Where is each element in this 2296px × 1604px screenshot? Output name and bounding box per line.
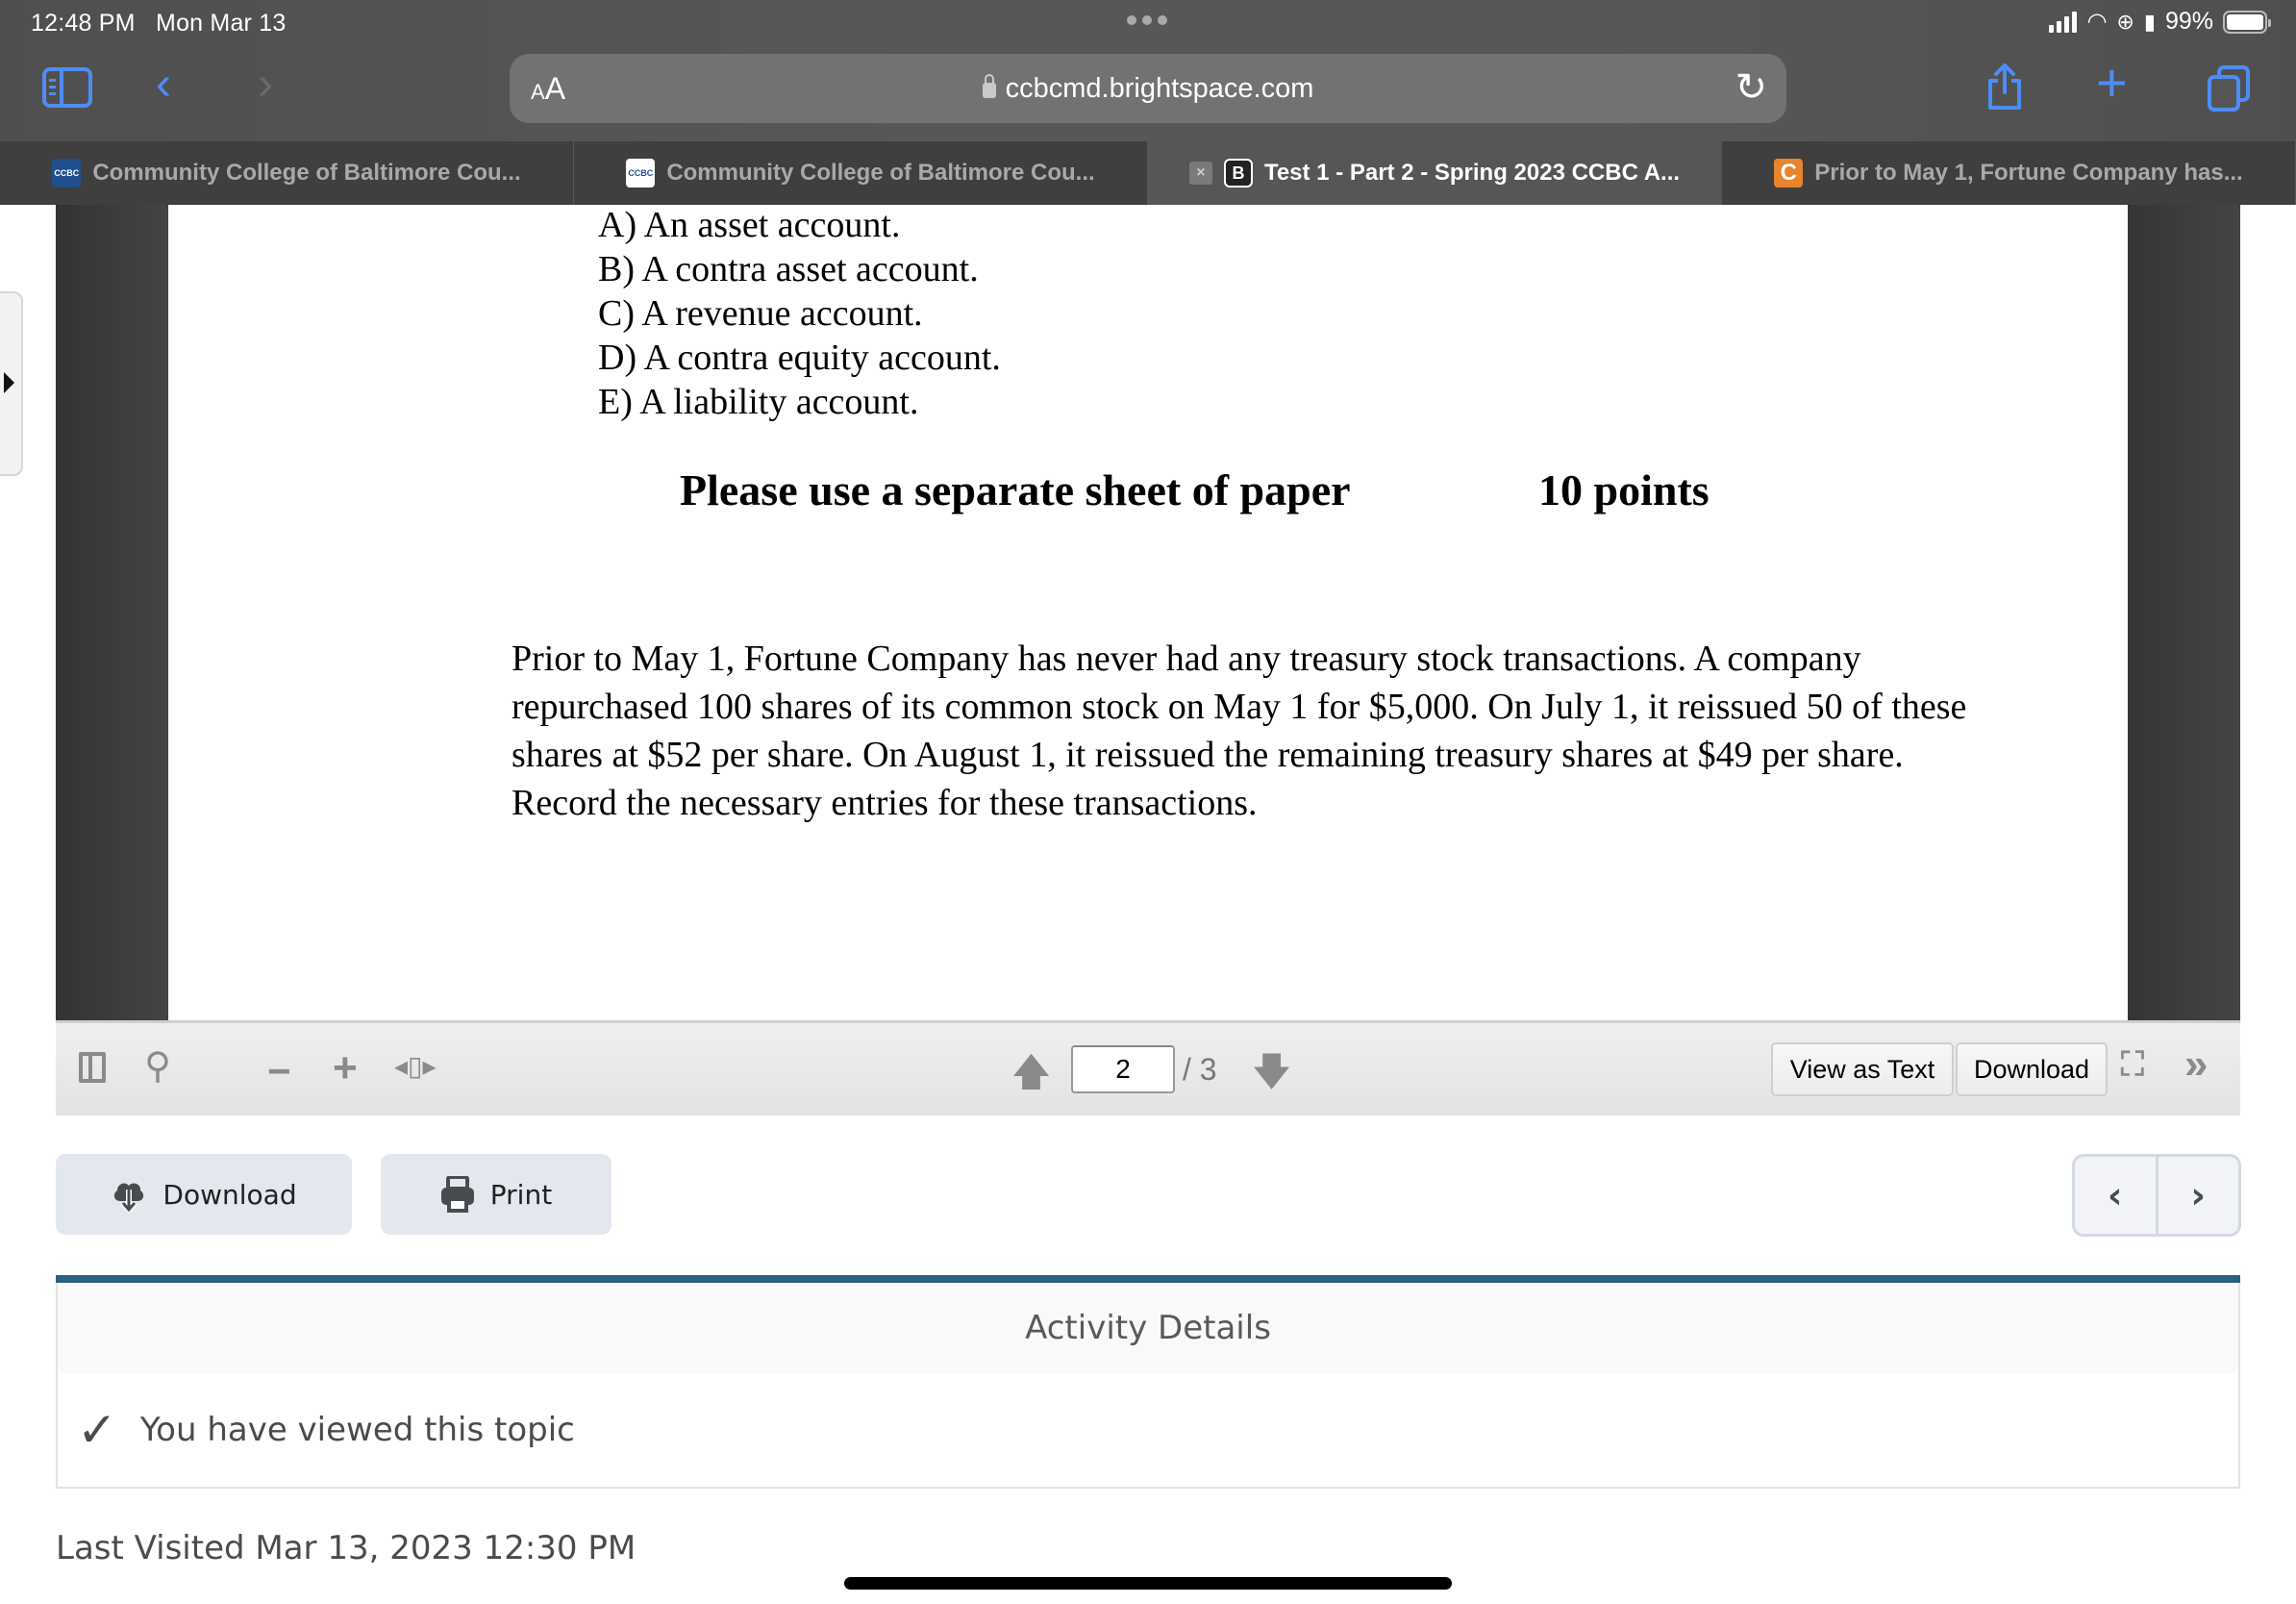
chegg-favicon-icon: C (1774, 159, 1804, 188)
address-bar[interactable]: AA ccbcmd.brightspace.com ↻ (510, 54, 1786, 123)
pdf-page: A) An asset account. B) A contra asset a… (168, 205, 2128, 1020)
page-number-input[interactable]: 2 (1071, 1045, 1175, 1093)
new-tab-icon[interactable]: + (2096, 56, 2128, 110)
tab-ccbc-2[interactable]: CCBC Community College of Baltimore Cou.… (574, 141, 1148, 205)
topic-pager: ‹ › (2072, 1154, 2241, 1237)
fit-width-icon[interactable]: ◂▯▸ (394, 1050, 437, 1082)
printer-icon (440, 1176, 474, 1213)
option-d: D) A contra equity account. (598, 338, 1001, 378)
next-topic-button[interactable]: › (2159, 1157, 2239, 1234)
previous-topic-button[interactable]: ‹ (2075, 1157, 2159, 1234)
zoom-in-icon[interactable]: + (333, 1044, 358, 1092)
fullscreen-icon[interactable]: ⛶ (2121, 1046, 2144, 1084)
previous-page-icon[interactable]: 🡅 (1011, 1044, 1051, 1110)
tab-title: Community College of Baltimore Cou... (666, 160, 1095, 186)
sidebar-icon[interactable] (42, 67, 92, 108)
option-e: E) A liability account. (598, 382, 919, 422)
forward-icon[interactable]: › (258, 62, 273, 108)
back-icon[interactable]: ‹ (156, 62, 171, 108)
pdf-download-button[interactable]: Download (1956, 1042, 2108, 1096)
side-panel-toggle[interactable] (0, 291, 23, 476)
last-visited-text: Last Visited Mar 13, 2023 12:30 PM (56, 1529, 636, 1567)
activity-status: ✓ You have viewed this topic (58, 1373, 2238, 1487)
points-label: 10 points (1538, 465, 1710, 514)
thumbnails-icon[interactable] (79, 1052, 106, 1083)
page-total: / 3 (1183, 1052, 1217, 1087)
ccbc-favicon-icon: CCBC (52, 159, 82, 188)
viewer-margin-right (2128, 205, 2240, 1020)
pdf-toolbar: ⚲ − + ◂▯▸ 🡅 2 / 3 🡇 View as Text Downloa… (56, 1020, 2240, 1115)
option-a: A) An asset account. (598, 205, 901, 245)
instruction-text: Please use a separate sheet of paper (680, 465, 1351, 514)
activity-accent-bar (56, 1275, 2240, 1283)
home-indicator[interactable] (844, 1577, 1452, 1590)
tabs-overview-icon[interactable] (2208, 65, 2252, 112)
tab-title: Prior to May 1, Fortune Company has... (1814, 160, 2243, 186)
tab-fortune-company[interactable]: C Prior to May 1, Fortune Company has... (1722, 141, 2296, 205)
signal-icon (2049, 11, 2078, 33)
reload-icon[interactable]: ↻ (1734, 65, 1767, 110)
ccbc-favicon-icon: CCBC (626, 159, 656, 188)
battery-fill (2227, 13, 2263, 30)
cloud-download-icon (114, 1183, 144, 1213)
view-as-text-button[interactable]: View as Text (1771, 1042, 1954, 1096)
answer-options: A) An asset account. B) A contra asset a… (598, 203, 1001, 424)
battery-icon (2223, 10, 2271, 34)
brightspace-favicon-icon: B (1223, 159, 1253, 188)
problem-text: Prior to May 1, Fortune Company has neve… (512, 639, 1967, 823)
option-c: C) A revenue account. (598, 293, 923, 334)
status-icons: ◠ ⊕ ▮ 99% (2049, 8, 2271, 36)
activity-details-panel: Activity Details ✓ You have viewed this … (56, 1275, 2240, 1489)
tab-title: Community College of Baltimore Cou... (92, 160, 521, 186)
battery-percent: 99% (2164, 8, 2213, 35)
share-icon[interactable] (1986, 63, 2023, 112)
more-options-icon[interactable]: » (2184, 1040, 2208, 1089)
option-b: B) A contra asset account. (598, 249, 979, 289)
url-field[interactable]: ccbcmd.brightspace.com (510, 73, 1786, 105)
tab-test-1-part-2[interactable]: × B Test 1 - Part 2 - Spring 2023 CCBC A… (1148, 141, 1722, 205)
viewer-margin-left (56, 205, 168, 1020)
tab-bar: CCBC Community College of Baltimore Cou.… (0, 141, 2296, 205)
tab-title: Test 1 - Part 2 - Spring 2023 CCBC A... (1263, 160, 1681, 186)
print-button[interactable]: Print (381, 1154, 611, 1235)
search-icon[interactable]: ⚲ (144, 1044, 171, 1088)
expand-arrow-icon (4, 372, 14, 393)
checkmark-icon: ✓ (77, 1402, 117, 1458)
multitasking-dots[interactable] (1127, 15, 1167, 25)
next-page-icon[interactable]: 🡇 (1252, 1044, 1291, 1110)
close-tab-icon[interactable]: × (1188, 162, 1212, 185)
status-time: 12:48 PM (31, 10, 136, 37)
download-label: Download (162, 1178, 297, 1211)
wifi-icon: ◠ (2086, 9, 2108, 35)
status-date: Mon Mar 13 (156, 10, 287, 37)
tab-ccbc-1[interactable]: CCBC Community College of Baltimore Cou.… (0, 141, 574, 205)
activity-details-title: Activity Details (58, 1283, 2238, 1373)
status-bar-clock: 12:48 PM Mon Mar 13 (31, 10, 286, 38)
print-label: Print (489, 1178, 553, 1211)
zoom-out-icon[interactable]: − (267, 1048, 291, 1094)
lock-icon (982, 74, 996, 98)
download-button[interactable]: Download (56, 1154, 352, 1235)
viewed-status-text: You have viewed this topic (139, 1411, 575, 1449)
document-viewer[interactable]: A) An asset account. B) A contra asset a… (56, 205, 2240, 1020)
orientation-lock-icon: ⊕ (2116, 9, 2134, 34)
url-text: ccbcmd.brightspace.com (1005, 73, 1314, 104)
screen-time-icon: ▮ (2143, 9, 2156, 34)
browser-chrome: 12:48 PM Mon Mar 13 ◠ ⊕ ▮ 99% ‹ › AA ccb… (0, 0, 2296, 205)
